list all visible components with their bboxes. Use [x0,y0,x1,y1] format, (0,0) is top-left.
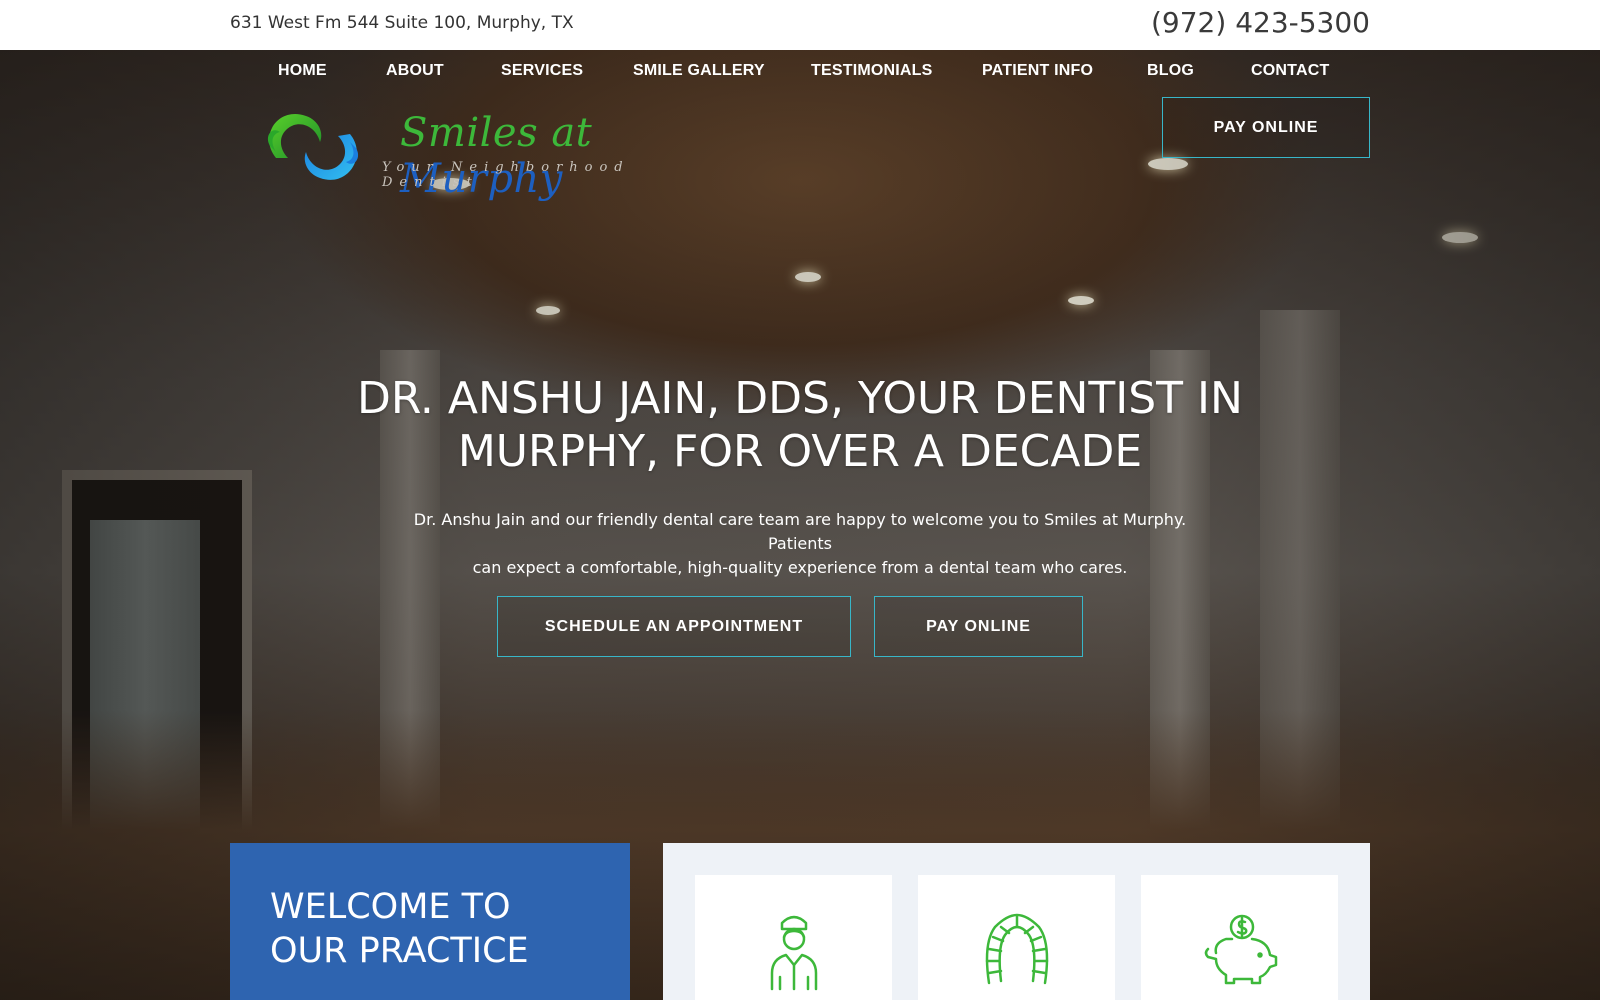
nav-item-home[interactable]: HOME [278,62,327,80]
nav-item-blog[interactable]: BLOG [1147,62,1194,80]
address-text: 631 West Fm 544 Suite 100, Murphy, TX [230,13,574,33]
hero-subtext: Dr. Anshu Jain and our friendly dental c… [413,510,1187,577]
features-panel [663,843,1370,1000]
phone-link[interactable]: (972) 423-5300 [1151,6,1370,39]
nav-item-testimonials[interactable]: TESTIMONIALS [811,62,933,80]
feature-card-savings[interactable] [1141,875,1338,1000]
welcome-panel: WELCOME TO OUR PRACTICE [230,843,630,1000]
dental-aligner-icon [985,913,1048,985]
dentist-person-icon [770,915,817,991]
nav-item-smile-gallery[interactable]: SMILE GALLERY [633,62,765,80]
top-info-bar: 631 West Fm 544 Suite 100, Murphy, TX (9… [0,0,1600,50]
feature-card-dentist[interactable] [695,875,892,1000]
logo-tagline: Your Neighborhood Dentist [382,160,630,190]
piggy-bank-icon [1204,914,1277,985]
site-logo[interactable]: Smiles at Murphy Your Neighborhood Denti… [258,96,718,202]
header-pay-online-button[interactable]: PAY ONLINE [1162,97,1370,158]
nav-item-about[interactable]: ABOUT [386,62,444,80]
nav-item-contact[interactable]: CONTACT [1251,62,1329,80]
hero-headline: DR. ANSHU JAIN, DDS, YOUR DENTIST IN MUR… [357,373,1243,477]
logo-swirl-icon [267,114,359,180]
nav-item-patient-info[interactable]: PATIENT INFO [982,62,1093,80]
schedule-appointment-button[interactable]: SCHEDULE AN APPOINTMENT [497,596,851,657]
feature-card-aligner[interactable] [918,875,1115,1000]
main-nav: HOME ABOUT SERVICES SMILE GALLERY TESTIM… [0,50,1600,94]
welcome-heading: WELCOME TO OUR PRACTICE [270,887,529,971]
hero-pay-online-button[interactable]: PAY ONLINE [874,596,1083,657]
nav-item-services[interactable]: SERVICES [501,62,583,80]
